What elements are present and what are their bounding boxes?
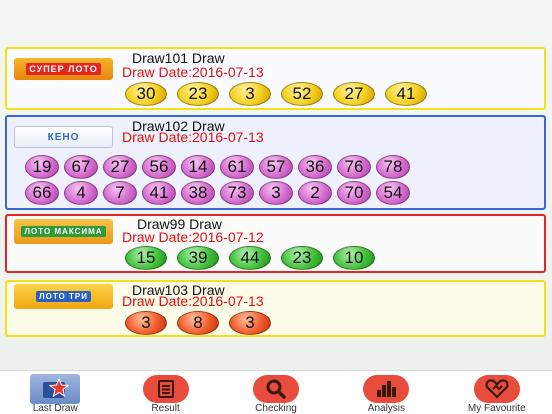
draw-date: Draw Date:2016-07-13 [122,129,264,145]
number-ball: 57 [259,155,293,179]
number-ball: 8 [177,311,219,335]
number-ball: 27 [333,82,375,106]
number-ball: 15 [125,246,167,270]
number-ball: 56 [142,155,176,179]
number-ball: 2 [298,181,332,205]
keno-logo-text: КЕНО [47,131,80,143]
draw-card-loto-three[interactable]: ЛОТО ТРИ Draw103 Draw Draw Date:2016-07-… [5,280,546,337]
keno-logo: КЕНО [14,126,113,148]
number-ball: 19 [25,155,59,179]
number-ball: 23 [177,82,219,106]
tab-label: Result [151,403,180,414]
bar-chart-icon [363,375,410,403]
loto-three-logo-text: ЛОТО ТРИ [36,291,91,302]
tab-label: Last Draw [32,403,78,414]
number-ball: 10 [333,246,375,270]
tab-label: Analysis [367,403,406,414]
heart-icon [473,375,520,403]
star-icon [30,374,81,404]
number-ball: 54 [376,181,410,205]
super-loto-logo: СУПЕР ЛОТО [14,58,113,80]
list-icon [142,375,189,403]
number-ball: 41 [385,82,427,106]
number-ball: 14 [181,155,215,179]
number-ball: 39 [177,246,219,270]
draw-date: Draw Date:2016-07-13 [122,64,264,80]
number-ball: 38 [181,181,215,205]
number-ball: 44 [229,246,271,270]
tab-bar: Last Draw Result Checking Analysis My Fa… [0,370,552,414]
number-ball: 52 [281,82,323,106]
number-ball: 36 [298,155,332,179]
number-ball: 23 [281,246,323,270]
draw-list[interactable]: СУПЕР ЛОТО Draw101 Draw Draw Date:2016-0… [0,0,552,370]
number-ball: 78 [376,155,410,179]
ball-row: 66 4 7 41 38 73 3 2 70 54 [25,181,415,205]
draw-date: Draw Date:2016-07-13 [122,293,264,309]
number-ball: 3 [229,311,271,335]
number-ball: 27 [103,155,137,179]
number-ball: 73 [220,181,254,205]
draw-card-super-loto[interactable]: СУПЕР ЛОТО Draw101 Draw Draw Date:2016-0… [5,47,546,110]
number-ball: 3 [259,181,293,205]
number-ball: 7 [103,181,137,205]
draw-card-loto-maxima[interactable]: ЛОТО МАКСИМА Draw99 Draw Draw Date:2016-… [5,214,546,273]
loto-maxima-logo-text: ЛОТО МАКСИМА [21,226,106,237]
loto-maxima-logo: ЛОТО МАКСИМА [14,219,113,244]
ball-row: 15 39 44 23 10 [125,246,385,270]
ball-row: 30 23 3 52 27 41 [125,82,437,106]
number-ball: 70 [337,181,371,205]
tab-analysis[interactable]: Analysis [331,371,441,414]
super-loto-logo-text: СУПЕР ЛОТО [26,63,101,75]
ball-row: 3 8 3 [125,311,281,335]
tab-checking[interactable]: Checking [221,371,331,414]
tab-my-favourite[interactable]: My Favourite [442,371,552,414]
number-ball: 76 [337,155,371,179]
number-ball: 4 [64,181,98,205]
ball-row: 19 67 27 56 14 61 57 36 76 78 [25,155,415,179]
tab-result[interactable]: Result [110,371,220,414]
number-ball: 30 [125,82,167,106]
search-icon [253,375,300,403]
number-ball: 67 [64,155,98,179]
number-ball: 3 [125,311,167,335]
loto-three-logo: ЛОТО ТРИ [14,284,113,309]
tab-label: Checking [255,403,297,414]
number-ball: 41 [142,181,176,205]
draw-date: Draw Date:2016-07-12 [122,229,264,245]
draw-card-keno[interactable]: КЕНО Draw102 Draw Draw Date:2016-07-13 1… [5,115,546,210]
number-ball: 3 [229,82,271,106]
number-ball: 66 [25,181,59,205]
tab-label: My Favourite [467,403,526,414]
number-ball: 61 [220,155,254,179]
tab-last-draw[interactable]: Last Draw [0,371,110,414]
